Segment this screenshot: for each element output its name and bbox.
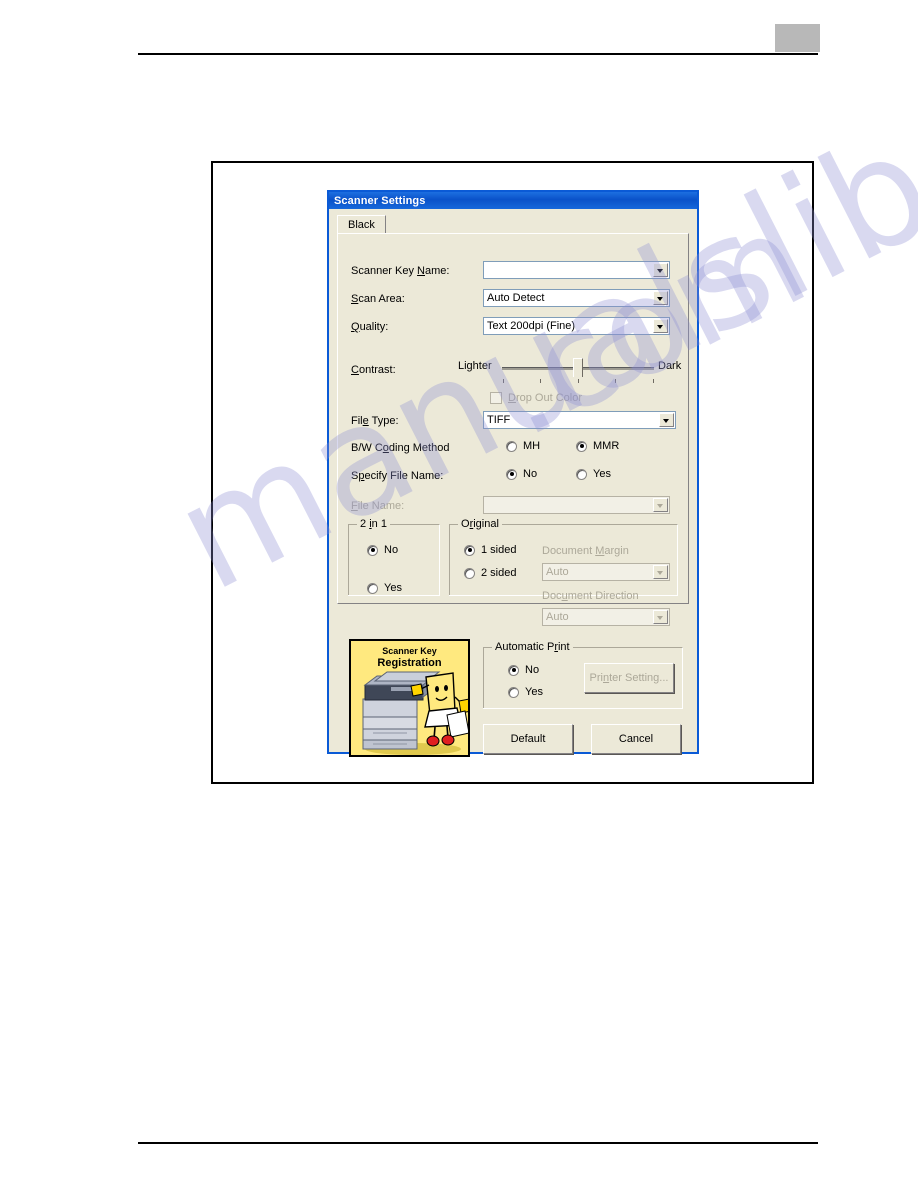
- chevron-down-icon[interactable]: [659, 413, 674, 427]
- scan-area-combobox[interactable]: Auto Detect: [483, 289, 670, 307]
- contrast-slider-tick: [653, 379, 654, 383]
- two-in-one-group-title: 2 in 1: [357, 518, 390, 530]
- quality-label: Quality:: [351, 321, 389, 333]
- printer-setting-button: Printer Setting...: [584, 663, 674, 693]
- original-radio-2-sided[interactable]: 2 sided: [464, 567, 516, 579]
- bw-coding-method-label: B/W Coding Method: [351, 442, 450, 454]
- document-direction-label: Document Direction: [542, 590, 639, 602]
- bw-coding-radio-mh[interactable]: MH: [506, 440, 540, 452]
- cancel-button-label: Cancel: [618, 733, 654, 745]
- specify-file-name-radio-no[interactable]: No: [506, 468, 537, 480]
- tab-panel-black: Scanner Key Name: Scan Area: Auto Detect…: [337, 233, 689, 626]
- contrast-max-label: Dark: [658, 360, 682, 372]
- radio-dot: [508, 686, 519, 698]
- contrast-slider-tick: [615, 379, 616, 383]
- radio-dot: [508, 664, 519, 676]
- automatic-print-groupbox: Automatic Print No Yes Printer Setting..…: [483, 641, 683, 709]
- tab-black[interactable]: Black: [337, 215, 386, 234]
- contrast-label: Contrast:: [351, 364, 396, 376]
- original-radio-1-sided[interactable]: 1 sided: [464, 544, 516, 556]
- scan-area-label: Scan Area:: [351, 293, 405, 305]
- radio-dot: [506, 468, 517, 480]
- dialog-titlebar: Scanner Settings: [329, 192, 697, 209]
- printer-setting-button-label: Printer Setting...: [589, 672, 669, 684]
- specify-file-name-label: Specify File Name:: [351, 470, 444, 482]
- dialog-title: Scanner Settings: [334, 194, 426, 207]
- scanner-settings-dialog: Scanner Settings Black Scanner Key Name:…: [327, 190, 699, 757]
- checkbox-box: [490, 392, 502, 404]
- two-in-one-radio-yes[interactable]: Yes: [367, 582, 402, 594]
- radio-dot: [367, 544, 378, 556]
- contrast-slider-tick: [503, 379, 504, 383]
- automatic-print-radio-no[interactable]: No: [508, 664, 539, 676]
- specify-file-name-radio-yes[interactable]: Yes: [576, 468, 611, 480]
- drop-out-color-label: Drop Out Color: [508, 392, 582, 404]
- cancel-button[interactable]: Cancel: [591, 724, 681, 754]
- chevron-down-icon[interactable]: [653, 319, 668, 333]
- scanner-key-registration-illustration: Scanner Key Registration: [349, 639, 470, 757]
- two-in-one-radio-no[interactable]: No: [367, 544, 398, 556]
- chevron-down-icon: [653, 565, 668, 579]
- radio-dot: [367, 582, 378, 594]
- contrast-slider-tick: [578, 379, 579, 383]
- quality-combobox[interactable]: Text 200dpi (Fine): [483, 317, 670, 335]
- automatic-print-group-title: Automatic Print: [492, 641, 573, 653]
- bw-coding-radio-mmr[interactable]: MMR: [576, 440, 619, 452]
- document-margin-combobox: Auto: [542, 563, 670, 581]
- contrast-slider-thumb[interactable]: [573, 358, 583, 383]
- contrast-slider-tick: [540, 379, 541, 383]
- radio-dot: [464, 567, 475, 579]
- chevron-down-icon: [653, 610, 668, 624]
- document-margin-label: Document Margin: [542, 545, 629, 557]
- document-direction-combobox: Auto: [542, 608, 670, 626]
- file-type-combobox[interactable]: TIFF: [483, 411, 676, 429]
- automatic-print-radio-yes[interactable]: Yes: [508, 686, 543, 698]
- illustration-title: Scanner Key Registration: [377, 646, 442, 669]
- radio-dot: [506, 440, 517, 452]
- page-header-mark: [775, 24, 820, 52]
- chevron-down-icon[interactable]: [653, 263, 668, 277]
- tab-strip: Black: [337, 215, 386, 234]
- file-type-label: File Type:: [351, 415, 399, 427]
- scanner-key-name-label: Scanner Key Name:: [351, 265, 450, 277]
- radio-dot: [576, 468, 587, 480]
- file-name-label: File Name:: [351, 500, 405, 512]
- original-groupbox: Original 1 sided 2 sided Document Margin…: [449, 518, 678, 626]
- chevron-down-icon[interactable]: [653, 291, 668, 305]
- file-name-combobox: [483, 496, 670, 514]
- page-header-rule: [138, 53, 818, 55]
- dialog-body: Black Scanner Key Name: Scan Area: Auto …: [329, 209, 697, 757]
- chevron-down-icon: [653, 498, 668, 512]
- default-button[interactable]: Default: [483, 724, 573, 754]
- page-footer-rule: [138, 1142, 818, 1144]
- radio-dot: [576, 440, 587, 452]
- two-in-one-groupbox: 2 in 1 No Yes: [348, 518, 440, 596]
- original-group-title: Original: [458, 518, 502, 530]
- scanner-key-name-combobox[interactable]: [483, 261, 670, 279]
- default-button-label: Default: [510, 733, 546, 745]
- contrast-min-label: Lighter: [458, 360, 492, 372]
- radio-dot: [464, 544, 475, 556]
- drop-out-color-checkbox[interactable]: Drop Out Color: [490, 392, 582, 404]
